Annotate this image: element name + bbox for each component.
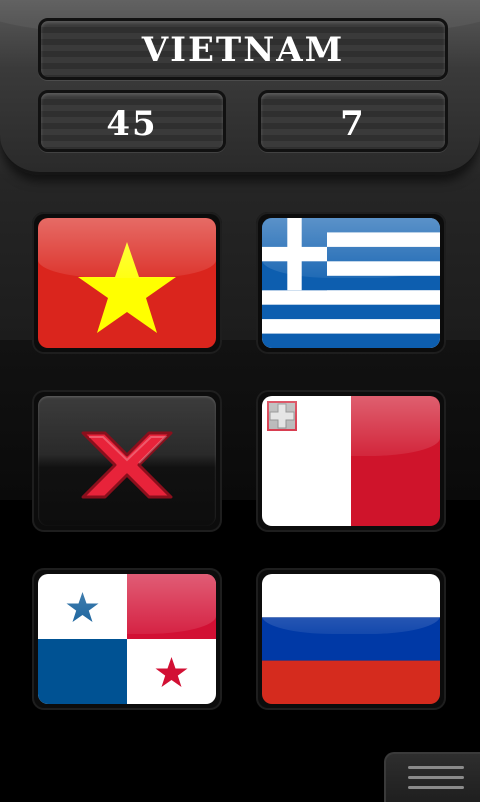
header-panel: VIETNAM 45 7	[0, 0, 480, 175]
remaining-counter: 7	[258, 90, 448, 152]
score-counter: 45	[38, 90, 226, 152]
flag-tile-greece[interactable]	[256, 212, 446, 354]
hamburger-menu-icon[interactable]	[384, 752, 480, 802]
vietnam-flag	[38, 218, 216, 348]
flag-tile-malta[interactable]	[256, 390, 446, 532]
panama-flag	[38, 574, 216, 704]
x-icon	[81, 431, 173, 499]
malta-flag	[262, 396, 440, 526]
wrong-answer-face	[38, 396, 216, 526]
country-name-label: VIETNAM	[38, 18, 448, 80]
flag-tile-vietnam[interactable]	[32, 212, 222, 354]
george-cross-emblem	[267, 401, 297, 431]
russia-flag	[262, 574, 440, 704]
flag-tile-wrong[interactable]	[32, 390, 222, 532]
flag-tile-russia[interactable]	[256, 568, 446, 710]
flag-tile-panama[interactable]	[32, 568, 222, 710]
greece-flag	[262, 218, 440, 348]
